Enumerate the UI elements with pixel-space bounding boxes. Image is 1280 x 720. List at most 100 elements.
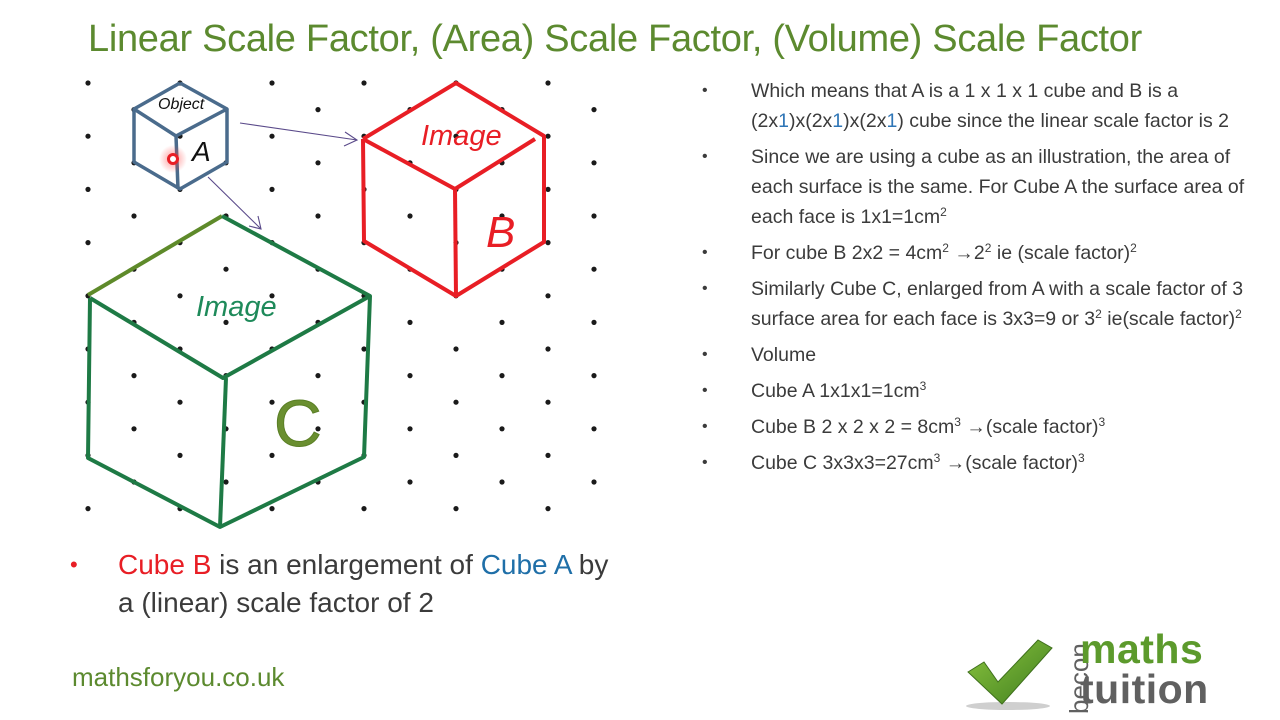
grid-dot <box>177 452 183 458</box>
grid-dot <box>407 426 413 432</box>
grid-dot <box>499 426 505 432</box>
text-segment: Cube A 1x1x1=1cm <box>751 380 920 402</box>
grid-dot <box>361 346 367 352</box>
arrow-a-to-b <box>239 122 359 147</box>
cube-c-vertical-edge <box>218 377 228 528</box>
explanation-text: Cube B 2 x 2 x 2 = 8cm3 →(scale factor)3 <box>751 416 1105 438</box>
grid-dot <box>545 186 551 192</box>
grid-dot <box>453 506 459 512</box>
center-of-enlargement-marker <box>159 145 187 173</box>
grid-dot <box>545 452 551 458</box>
cube-c-top-left-edge <box>86 214 224 297</box>
grid-dot <box>591 213 597 219</box>
website-link[interactable]: mathsforyou.co.uk <box>72 662 284 693</box>
text-segment: Cube C 3x3x3=27cm <box>751 452 934 474</box>
grid-dot <box>177 399 183 405</box>
grid-dot <box>131 426 137 432</box>
text-segment: → <box>948 242 974 264</box>
grid-dot <box>315 373 321 379</box>
text-segment: ) cube since the linear scale factor is … <box>897 110 1230 132</box>
grid-dot <box>269 186 275 192</box>
text-segment: 1 <box>886 110 898 132</box>
bullet-dot: • <box>702 82 708 99</box>
superscript: 2 <box>942 241 949 255</box>
explanation-text: For cube B 2x2 = 4cm2 →22 ie (scale fact… <box>751 242 1137 264</box>
text-segment: 1 <box>832 110 844 132</box>
superscript: 2 <box>1235 307 1242 321</box>
grid-dot <box>315 213 321 219</box>
cube-a-inner-edges <box>133 107 228 138</box>
cube-a-top-label: Object <box>158 96 205 113</box>
grid-dot <box>453 399 459 405</box>
grid-dot <box>269 80 275 86</box>
cube-c-top-label: Image <box>196 291 277 323</box>
superscript: 3 <box>1077 451 1085 465</box>
cube-c-side-label: C <box>274 386 322 460</box>
explanation-item: • Cube C 3x3x3=27cm3 →(scale factor)3 <box>700 448 1270 478</box>
grid-dot <box>545 399 551 405</box>
grid-dot <box>591 266 597 272</box>
text-segment: Since we are using a cube as an illustra… <box>751 146 1245 228</box>
dot-grid <box>85 80 597 512</box>
grid-dot <box>269 506 275 512</box>
becon-maths-tuition-logo: becon maths tuition <box>962 626 1222 714</box>
grid-dot <box>545 506 551 512</box>
cube-c <box>86 214 372 529</box>
bullet-dot: • <box>702 454 708 471</box>
grid-dot <box>591 319 597 325</box>
cube-c-outline <box>86 214 372 529</box>
grid-dot <box>361 80 367 86</box>
explanation-text: Cube A 1x1x1=1cm3 <box>751 380 926 402</box>
explanation-text: Similarly Cube C, enlarged from A with a… <box>751 278 1243 330</box>
explanation-item: • Similarly Cube C, enlarged from A with … <box>700 274 1270 334</box>
explanation-item: • Cube B 2 x 2 x 2 = 8cm3 →(scale factor)… <box>700 412 1270 442</box>
grid-dot <box>131 213 137 219</box>
text-segment: →(scale factor) <box>940 452 1078 474</box>
cube-b-vertical-edge <box>453 188 458 297</box>
statement-text: is an enlargement of <box>211 549 481 580</box>
grid-dot <box>85 186 91 192</box>
logo-tuition: tuition <box>1080 666 1209 712</box>
grid-dot <box>85 133 91 139</box>
grid-dot <box>85 240 91 246</box>
bullet-dot: • <box>70 552 78 577</box>
grid-dot <box>131 373 137 379</box>
text-segment: )x(2x <box>843 110 887 132</box>
cube-b-side-label: B <box>486 208 515 257</box>
grid-dot <box>545 346 551 352</box>
grid-dot <box>591 107 597 113</box>
grid-dot <box>269 133 275 139</box>
grid-dot <box>223 266 229 272</box>
bullet-dot: • <box>702 244 708 261</box>
explanation-item: • Which means that A is a 1 x 1 x 1 cube … <box>700 76 1270 136</box>
cube-b <box>361 81 546 298</box>
text-segment: →(scale factor) <box>960 416 1099 438</box>
grid-dot <box>545 293 551 299</box>
grid-dot <box>499 319 505 325</box>
grid-dot <box>591 479 597 485</box>
superscript: 2 <box>1130 241 1137 255</box>
superscript: 3 <box>954 415 961 429</box>
superscript: 2 <box>940 205 947 219</box>
explanation-text: Volume <box>751 344 816 366</box>
grid-dot <box>177 293 183 299</box>
grid-dot <box>545 133 551 139</box>
text-segment: 2 <box>973 242 985 264</box>
bullet-dot: • <box>702 148 708 165</box>
grid-dot <box>315 107 321 113</box>
bullet-dot: • <box>702 418 708 435</box>
grid-dot <box>453 452 459 458</box>
grid-dot <box>223 479 229 485</box>
grid-dot <box>545 240 551 246</box>
checkmark-icon <box>966 639 1053 710</box>
cube-a-ref: Cube A <box>480 549 571 580</box>
superscript: 3 <box>1098 415 1106 429</box>
grid-dot <box>407 373 413 379</box>
grid-dot <box>591 160 597 166</box>
text-segment: For cube B 2x2 = 4cm <box>751 242 943 264</box>
explanation-text: Which means that A is a 1 x 1 x 1 cube a… <box>751 80 1229 132</box>
explanation-text: Cube C 3x3x3=27cm3 →(scale factor)3 <box>751 452 1085 474</box>
explanation-item: • Since we are using a cube as an illustr… <box>700 142 1270 232</box>
grid-dot <box>85 80 91 86</box>
grid-dot <box>85 506 91 512</box>
